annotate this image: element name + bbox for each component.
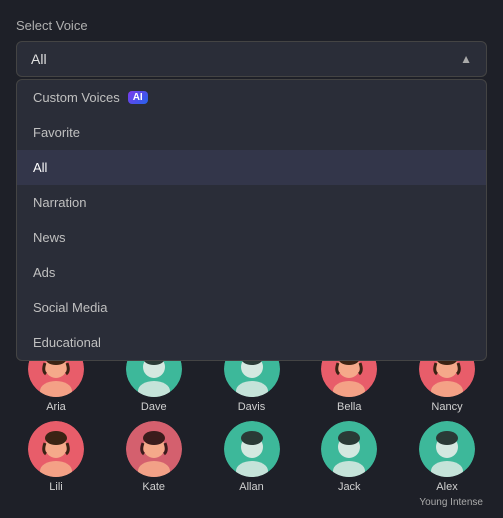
voice-name: Nancy	[431, 401, 462, 413]
dropdown-selected[interactable]: All ▲	[16, 41, 487, 77]
dropdown-item-educational[interactable]: Educational	[17, 325, 486, 360]
select-voice-label: Select Voice	[16, 18, 487, 33]
dropdown-item-favorite[interactable]: Favorite	[17, 115, 486, 150]
voice-tag: Young Intense	[16, 497, 487, 508]
avatar-alex	[419, 421, 475, 477]
chevron-up-icon: ▲	[460, 52, 472, 66]
voice-name: Alex	[436, 481, 457, 493]
dropdown-item-narration[interactable]: Narration	[17, 185, 486, 220]
voice-item-lili[interactable]: Lili	[16, 421, 96, 493]
avatar-kate	[126, 421, 182, 477]
voice-name: Jack	[338, 481, 361, 493]
voice-name: Davis	[238, 401, 266, 413]
voice-row-2: Lili Kate Allan Jack A	[16, 421, 487, 493]
avatar-jack	[321, 421, 377, 477]
voice-item-allan[interactable]: Allan	[212, 421, 292, 493]
voice-name: Dave	[141, 401, 167, 413]
dropdown-menu: Custom VoicesAIFavoriteAllNarrationNewsA…	[16, 79, 487, 361]
avatar-lili	[28, 421, 84, 477]
dropdown-item-social-media[interactable]: Social Media	[17, 290, 486, 325]
voice-item-alex[interactable]: Alex	[407, 421, 487, 493]
dropdown-item-all[interactable]: All	[17, 150, 486, 185]
voice-name: Kate	[142, 481, 165, 493]
dropdown-item-custom-voices[interactable]: Custom VoicesAI	[17, 80, 486, 115]
voice-name: Lili	[49, 481, 62, 493]
dropdown-item-news[interactable]: News	[17, 220, 486, 255]
voice-dropdown[interactable]: All ▲ Custom VoicesAIFavoriteAllNarratio…	[16, 41, 487, 77]
avatar-allan	[224, 421, 280, 477]
voice-item-jack[interactable]: Jack	[309, 421, 389, 493]
dropdown-value: All	[31, 51, 47, 67]
voice-name: Bella	[337, 401, 361, 413]
voice-name: Aria	[46, 401, 66, 413]
voice-name: Allan	[239, 481, 263, 493]
voice-item-kate[interactable]: Kate	[114, 421, 194, 493]
dropdown-item-ads[interactable]: Ads	[17, 255, 486, 290]
ai-badge: AI	[128, 91, 148, 104]
